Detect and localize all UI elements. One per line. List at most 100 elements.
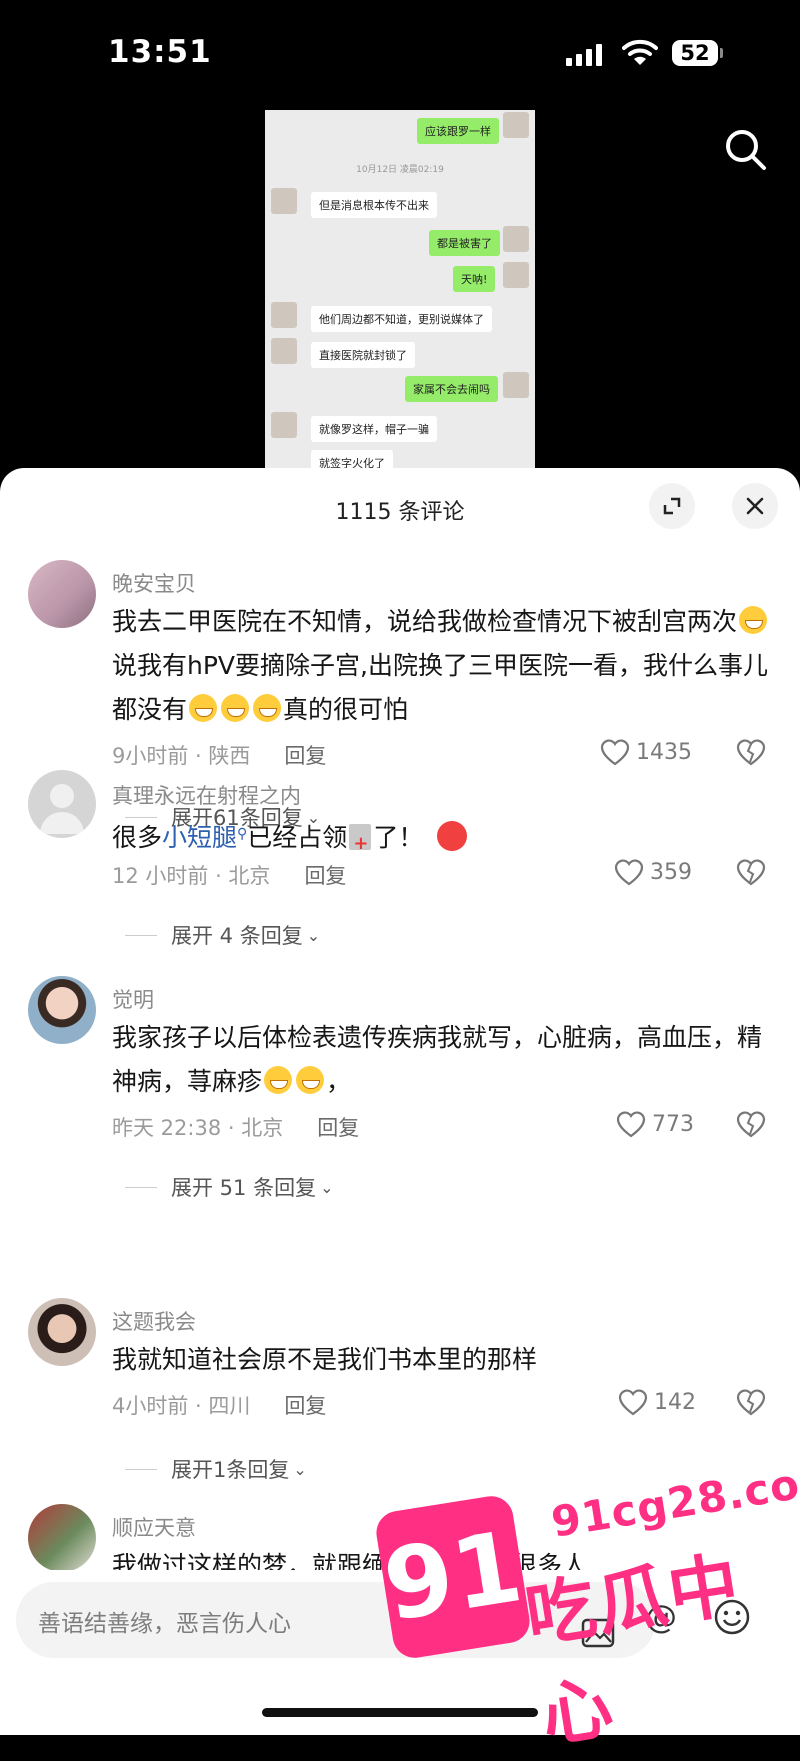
divider	[125, 1186, 157, 1188]
comment-text-part: 我去二甲医院在不知情，说给我做检查情况下被刮宫两次	[112, 607, 738, 636]
divider	[125, 1468, 157, 1470]
search-link[interactable]: 小短腿	[162, 823, 237, 852]
comment-time: 昨天 22:38 · 北京	[112, 1116, 284, 1140]
grin-sweat-emoji-icon	[253, 694, 282, 722]
watermark-name: 吃瓜中心	[520, 1542, 747, 1758]
comment-username[interactable]: 晚安宝贝	[112, 568, 196, 598]
expand-replies-button[interactable]: 展开 4 条回复 ⌄	[125, 920, 320, 950]
chat-timestamp: 10月12日 凌晨02:19	[356, 165, 444, 175]
like-count: 1435	[636, 739, 692, 765]
cellular-signal-icon	[566, 44, 606, 66]
status-time: 13:51	[108, 34, 212, 70]
reply-button[interactable]: 回复	[304, 864, 346, 888]
like-count: 142	[654, 1389, 696, 1415]
search-icon[interactable]	[724, 128, 768, 172]
comment-text: 我家孩子以后体检表遗传疾病我就写，心脏病，高血压，精神病，荨麻疹，	[112, 1016, 772, 1104]
broken-heart-icon[interactable]	[736, 738, 766, 766]
comment-meta: 9小时前 · 陕西 回复	[112, 740, 326, 770]
broken-heart-icon[interactable]	[736, 858, 766, 886]
reply-button[interactable]: 回复	[317, 1116, 359, 1140]
chat-message: 就像罗这样，帽子一骗	[311, 416, 437, 442]
comment-meta: 昨天 22:38 · 北京 回复	[112, 1112, 359, 1142]
video-preview[interactable]: 应该跟罗一样 10月12日 凌晨02:19 但是消息根本传不出来 都是被害了 天…	[265, 110, 535, 470]
expand-replies-label: 展开1条回复	[171, 1458, 290, 1482]
comment-time: 4小时前 · 四川	[112, 1394, 251, 1418]
chat-avatar	[271, 302, 297, 328]
comment-username[interactable]: 真理永远在射程之内	[112, 780, 301, 810]
comment-time: 9小时前 · 陕西	[112, 744, 251, 768]
grin-sweat-emoji-icon	[221, 694, 250, 722]
chat-message: 都是被害了	[429, 230, 500, 256]
comment-text-part: ，	[326, 1067, 352, 1096]
chat-avatar	[271, 338, 297, 364]
avatar[interactable]	[28, 976, 96, 1044]
heart-icon	[600, 739, 630, 766]
chat-message: 直接医院就封锁了	[311, 342, 415, 368]
comment-text-part: 很多	[112, 823, 163, 852]
chat-message: 家属不会去闹吗	[405, 376, 498, 402]
reply-button[interactable]: 回复	[284, 1394, 326, 1418]
watermark: 91cg28.com 91 吃瓜中心	[373, 1452, 800, 1758]
avatar[interactable]	[28, 560, 96, 628]
comment-text: 我去二甲医院在不知情，说给我做检查情况下被刮宫两次说我有hPV要摘除子宫,出院换…	[112, 600, 772, 732]
chat-message: 他们周边都不知道，更别说媒体了	[311, 306, 492, 332]
avatar[interactable]	[28, 1298, 96, 1366]
chat-message: 就签字火化了	[311, 450, 393, 470]
like-button[interactable]: 359	[614, 858, 692, 886]
comment-meta: 12 小时前 · 北京 回复	[112, 860, 346, 890]
broken-heart-icon[interactable]	[736, 1110, 766, 1138]
grin-emoji-icon	[296, 1066, 325, 1094]
home-indicator	[262, 1708, 538, 1717]
expand-replies-label: 展开 51 条回复	[171, 1176, 317, 1200]
comment-text-part: 了！	[373, 823, 424, 852]
wifi-icon	[622, 39, 658, 65]
expand-replies-button[interactable]: 展开1条回复 ⌄	[125, 1454, 307, 1484]
chevron-down-icon: ⌄	[306, 925, 321, 945]
grin-sweat-emoji-icon	[189, 694, 218, 722]
chat-avatar	[503, 112, 529, 138]
like-count: 359	[650, 859, 692, 885]
angry-emoji-icon	[437, 821, 468, 851]
like-button[interactable]: 773	[616, 1110, 694, 1138]
heart-icon	[614, 859, 644, 886]
chat-avatar	[271, 188, 297, 214]
comment-text: 很多小短腿⚲已经占领了！	[112, 812, 772, 866]
comment-text-part: 我家孩子以后体检表遗传疾病我就写，心脏病，高血压，精神病，荨麻疹	[112, 1023, 763, 1096]
expand-replies-button[interactable]: 展开 51 条回复 ⌄	[125, 1172, 333, 1202]
like-button[interactable]: 1435	[600, 738, 692, 766]
comment-input-placeholder: 善语结善缘，恶言伤人心	[38, 1611, 291, 1637]
watermark-logo: 91	[373, 1493, 533, 1661]
comment-text-part: 已经占领	[247, 823, 348, 852]
like-button[interactable]: 142	[618, 1388, 696, 1416]
avatar[interactable]	[28, 770, 96, 838]
chat-message: 但是消息根本传不出来	[311, 192, 437, 218]
chevron-down-icon: ⌄	[320, 1177, 334, 1197]
close-button[interactable]	[732, 483, 778, 529]
battery-level: 52	[672, 40, 718, 66]
broken-heart-icon[interactable]	[736, 1388, 766, 1416]
heart-icon	[618, 1389, 648, 1416]
avatar[interactable]	[28, 1504, 96, 1572]
comment-meta: 4小时前 · 四川 回复	[112, 1390, 326, 1420]
battery-icon	[720, 48, 723, 58]
divider	[125, 934, 157, 936]
chat-message: 天呐!	[453, 266, 496, 292]
heart-icon	[616, 1111, 646, 1138]
search-small-icon: ⚲	[237, 826, 248, 842]
expand-button[interactable]	[649, 483, 695, 529]
chat-message: 应该跟罗一样	[417, 118, 499, 144]
like-count: 773	[652, 1111, 694, 1137]
reply-button[interactable]: 回复	[284, 744, 326, 768]
status-bar: 13:51 52	[0, 0, 800, 110]
grin-sweat-emoji-icon	[739, 606, 768, 634]
comment-username[interactable]: 觉明	[112, 984, 154, 1014]
grin-emoji-icon	[264, 1066, 293, 1094]
comment-username[interactable]: 这题我会	[112, 1306, 196, 1336]
expand-icon	[663, 497, 681, 515]
chevron-down-icon: ⌄	[293, 1459, 307, 1479]
comment-username[interactable]: 顺应天意	[112, 1512, 196, 1542]
close-icon	[746, 497, 764, 515]
chat-avatar	[271, 412, 297, 438]
comment-text: 我就知道社会原不是我们书本里的那样	[112, 1338, 772, 1382]
chat-avatar	[503, 262, 529, 288]
